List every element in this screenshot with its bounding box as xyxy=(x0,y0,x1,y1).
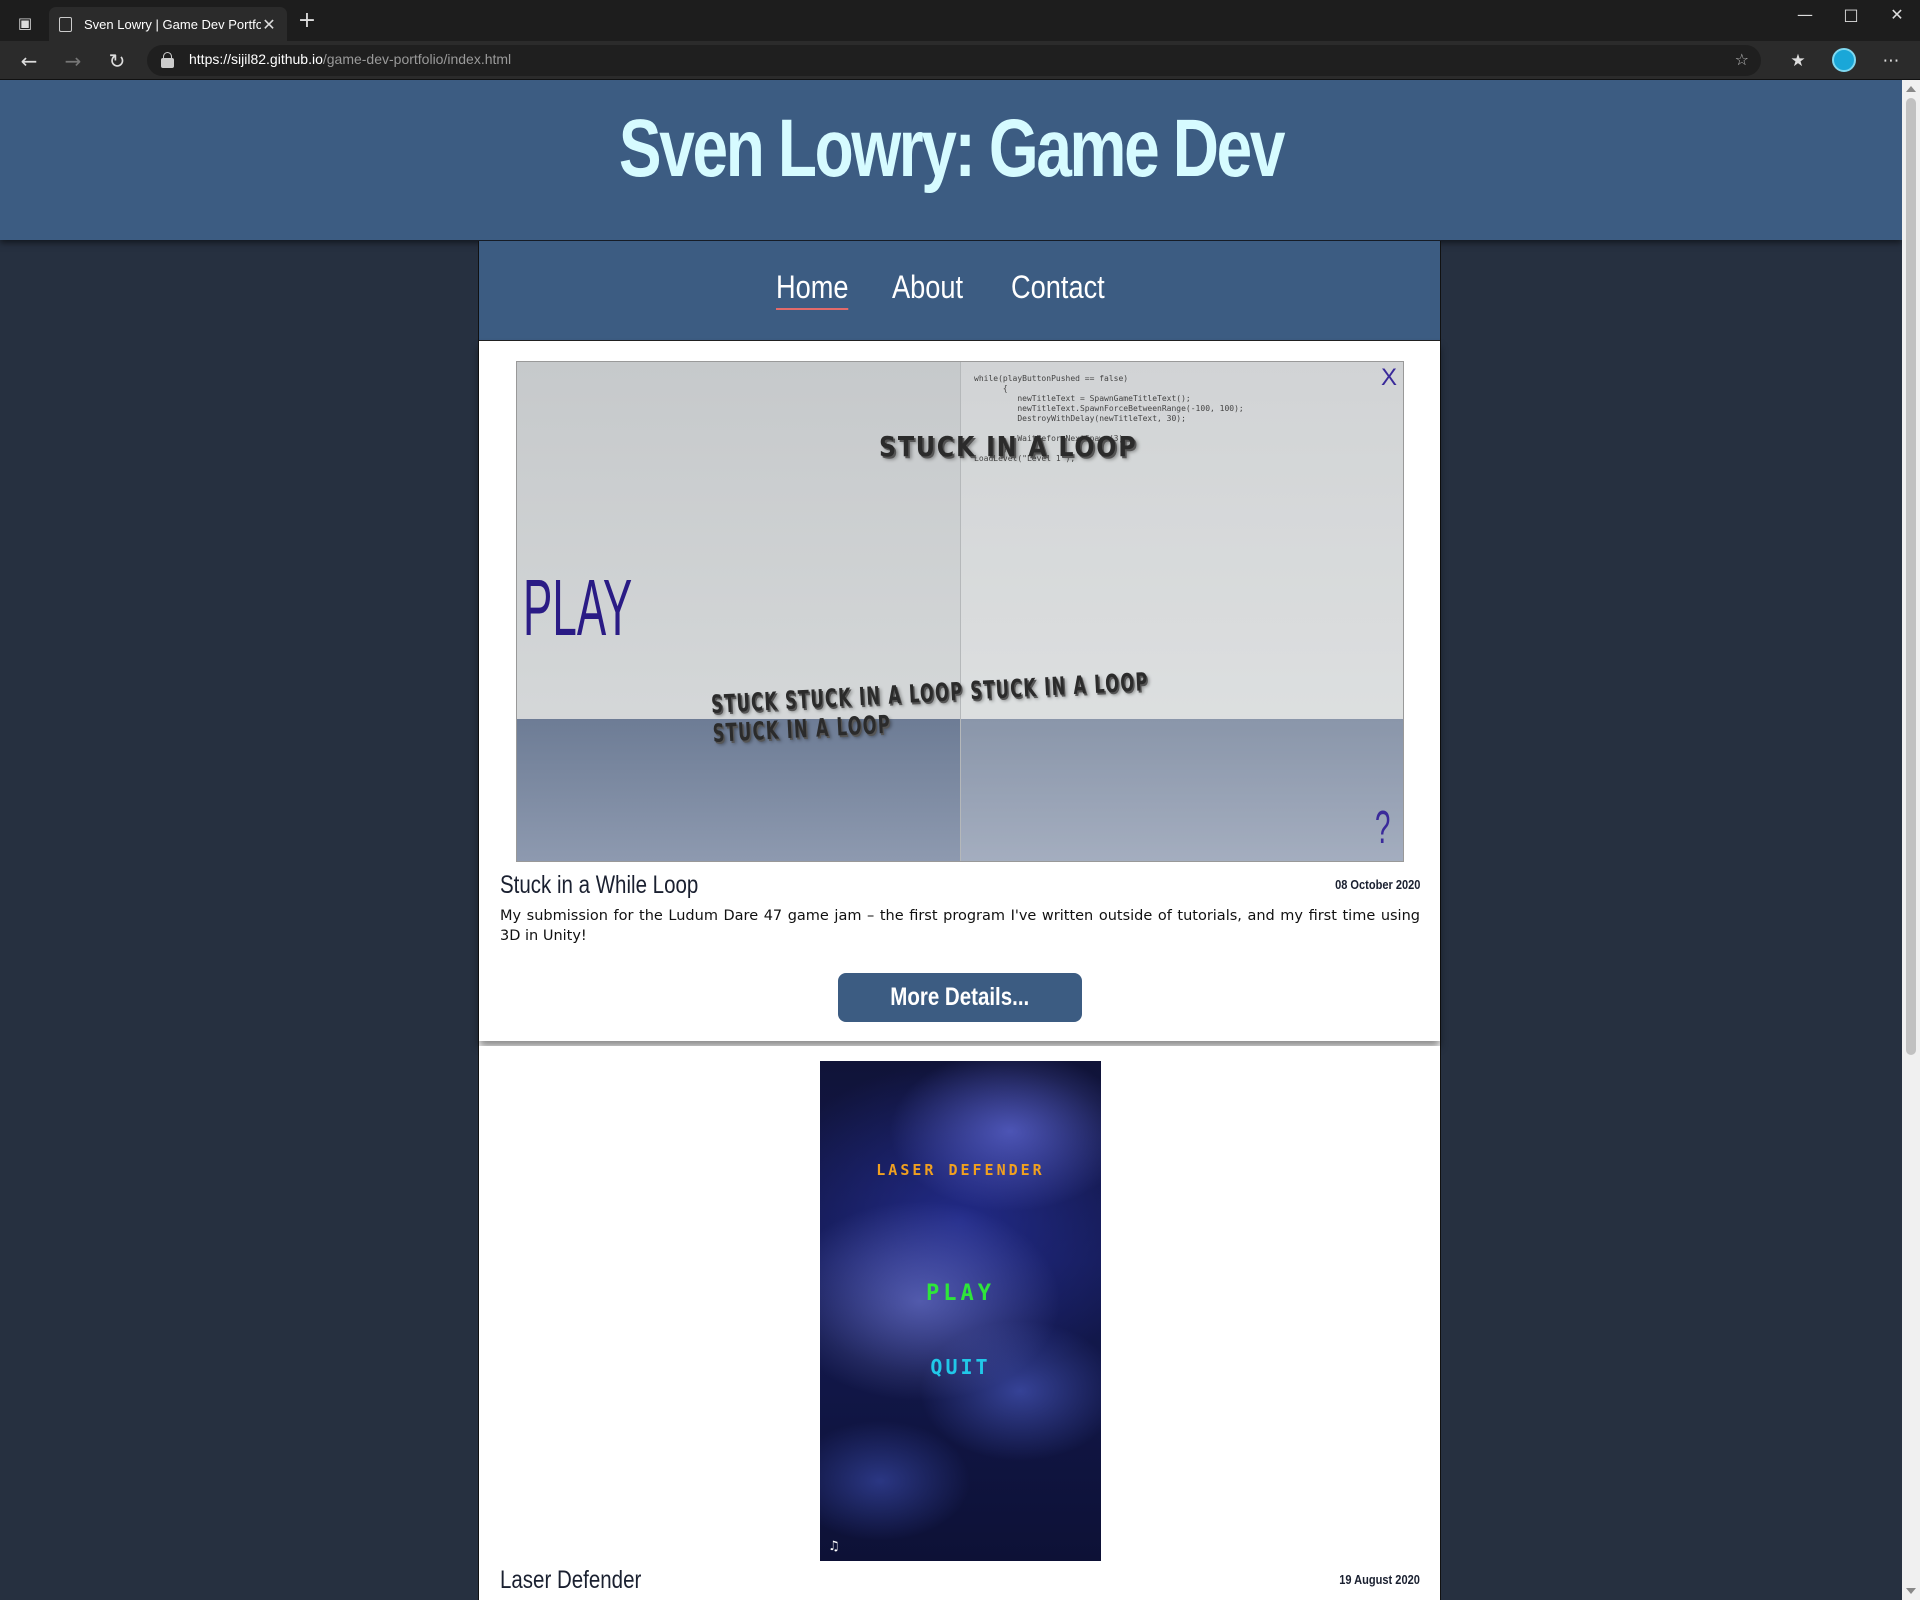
maximize-button[interactable]: □ xyxy=(1828,0,1874,30)
tab-title: Sven Lowry | Game Dev Portfolio xyxy=(84,16,261,32)
lock-icon[interactable] xyxy=(161,52,174,68)
profile-avatar[interactable] xyxy=(1832,48,1856,72)
screenshot-close-label: X xyxy=(1381,364,1398,391)
post-description: My submission for the Ludum Dare 47 game… xyxy=(500,908,1420,944)
page-viewport: Sven Lowry: Game Dev Home About Contact … xyxy=(0,80,1902,1600)
add-favorite-icon[interactable]: ☆ xyxy=(1735,50,1749,69)
music-note-icon: ♫ xyxy=(828,1539,840,1554)
new-tab-button[interactable]: + xyxy=(294,8,320,34)
site-title: Sven Lowry: Game Dev xyxy=(618,103,1285,194)
post-title[interactable]: Laser Defender xyxy=(500,1566,641,1595)
nav-contact[interactable]: Contact xyxy=(1011,269,1105,306)
nav-home[interactable]: Home xyxy=(776,269,849,310)
window-close-button[interactable]: ✕ xyxy=(1874,0,1920,30)
more-details-label: More Details... xyxy=(890,983,1030,1011)
site-nav: Home About Contact xyxy=(479,241,1440,341)
url-text[interactable]: https://sijil82.github.io/game-dev-portf… xyxy=(189,51,511,67)
back-button[interactable]: ← xyxy=(14,47,44,75)
tab-actions-icon[interactable]: ▣ xyxy=(12,10,38,36)
screenshot-play-label: PLAY xyxy=(523,563,633,652)
tab-close-icon[interactable]: ✕ xyxy=(261,15,277,34)
scroll-up-icon[interactable] xyxy=(1906,86,1916,92)
screenshot-help-label: ? xyxy=(1375,801,1391,853)
screenshot-game-title: LASER DEFENDER xyxy=(876,1161,1045,1179)
address-bar[interactable]: https://sijil82.github.io/game-dev-portf… xyxy=(147,45,1761,76)
favorites-icon[interactable]: ★ xyxy=(1785,49,1811,73)
content-column: Home About Contact while(playButtonPushe… xyxy=(478,241,1441,1600)
game-screenshot[interactable]: while(playButtonPushed == false) { newTi… xyxy=(516,361,1404,862)
post-date: 08 October 2020 xyxy=(1334,877,1420,892)
browser-toolbar: ← → ↻ https://sijil82.github.io/game-dev… xyxy=(0,41,1920,80)
page-scrollbar[interactable] xyxy=(1902,80,1920,1600)
post-title[interactable]: Stuck in a While Loop xyxy=(500,871,698,900)
game-screenshot[interactable]: LASER DEFENDER PLAY QUIT ♫ xyxy=(820,1061,1101,1561)
post-card: LASER DEFENDER PLAY QUIT ♫ Laser Defende… xyxy=(479,1046,1440,1600)
screenshot-quit-label: QUIT xyxy=(930,1355,991,1379)
browser-tab[interactable]: Sven Lowry | Game Dev Portfolio ✕ xyxy=(49,7,287,41)
minimize-button[interactable]: — xyxy=(1782,0,1828,30)
forward-button[interactable]: → xyxy=(58,47,88,75)
screenshot-play-label: PLAY xyxy=(926,1281,995,1306)
browser-tabstrip: ▣ Sven Lowry | Game Dev Portfolio ✕ + — … xyxy=(0,0,1920,41)
page-icon xyxy=(59,16,72,32)
scrollbar-thumb[interactable] xyxy=(1906,98,1916,1055)
more-details-button[interactable]: More Details... xyxy=(838,973,1082,1022)
site-header: Sven Lowry: Game Dev xyxy=(0,80,1902,240)
more-menu-icon[interactable]: ⋯ xyxy=(1878,49,1904,73)
nav-about[interactable]: About xyxy=(892,269,963,306)
post-date: 19 August 2020 xyxy=(1339,1572,1420,1587)
refresh-button[interactable]: ↻ xyxy=(102,47,132,75)
scroll-down-icon[interactable] xyxy=(1906,1588,1916,1594)
screenshot-title-text: STUCK IN A LOOP xyxy=(879,430,1138,463)
post-card: while(playButtonPushed == false) { newTi… xyxy=(479,341,1440,1041)
